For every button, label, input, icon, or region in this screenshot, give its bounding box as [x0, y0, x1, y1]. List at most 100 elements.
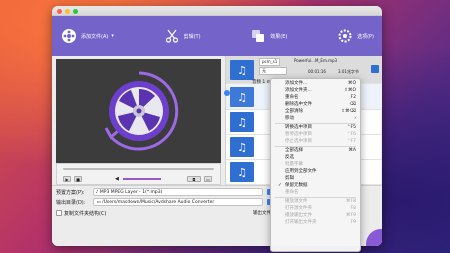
menu-item[interactable]: 转换选中项目 ⌃F5 — [271, 124, 360, 131]
snapshot-button[interactable]: ◘ — [187, 176, 201, 182]
volume-slider[interactable] — [123, 178, 161, 180]
menu-item[interactable]: 全部清除 ⇧⌘⌫ — [271, 108, 360, 115]
menu-item-label: 播放源文件 — [285, 199, 308, 204]
menu-item: 播放源文件 ⌘F8 — [271, 198, 360, 205]
menu-item-shortcut: ⌫ — [349, 102, 356, 107]
music-note-icon: ♫ — [230, 137, 254, 157]
menu-item-shortcut: ⌘A — [348, 148, 356, 153]
menu-item: 重命名 — [271, 189, 360, 196]
profile-select[interactable]: ♪ MP3 MPEG Layer - 1(*.mp3) — [92, 188, 263, 196]
menu-item: 播放输出文件 ⌘F9 — [271, 212, 360, 219]
profile-value: MP3 MPEG Layer - 1(*.mp3) — [99, 189, 163, 195]
menu-item-label: 打开源文件夹 — [285, 206, 312, 211]
trim-label: 剪辑(T) — [183, 33, 201, 40]
preferences-button[interactable]: 选项(P) — [336, 27, 374, 45]
music-note-icon: ♫ — [230, 112, 254, 132]
menu-item-shortcut: ⌘O — [347, 81, 356, 86]
menu-item-shortcut: › — [354, 116, 356, 121]
menu-item: 暂停选中项目 ⌃F6 — [271, 131, 360, 138]
menu-item[interactable]: 反选 — [271, 154, 360, 161]
copy-folder-row: 复制文件夹结构(C) — [56, 209, 106, 217]
playback-controls: ▶ ■ ◀ ◘ ▭ — [56, 163, 221, 185]
output-dir-label: 输出目录(D): — [56, 199, 86, 206]
add-files-label: 添加文件(A) — [81, 33, 109, 40]
close-window-button[interactable] — [57, 9, 62, 14]
menu-item-label: 停止选中项目 — [285, 139, 312, 144]
menu-item: 打开源文件夹 F8 — [271, 205, 360, 212]
menu-item-label: 反选 — [285, 155, 294, 160]
film-reel-icon — [60, 27, 78, 45]
menu-item-shortcut: ⌃F5 — [346, 125, 356, 130]
menu-item-label: 添加文件夹... — [285, 88, 312, 93]
menu-item-shortcut: ⌘F8 — [346, 199, 356, 204]
file-duration: 00:01:16 — [308, 69, 326, 74]
copy-folder-label: 复制文件夹结构(C) — [64, 210, 107, 217]
effect-label: 效果(E) — [270, 33, 288, 40]
context-menu: 添加文件... ⌘O 添加文件夹... ⇧⌘O 重命名 F2 删除选中文件 ⌫ 全部清除 ⇧⌘⌫ 移… — [270, 78, 361, 252]
menu-item-label: 移动 — [285, 116, 294, 121]
menu-item[interactable]: 应用到全部文件 — [271, 168, 360, 175]
menu-item-label: 全部选择 — [285, 148, 303, 153]
output-dir-field[interactable]: ▭ /Users/macdown/Music/Avdshare Audio Co… — [93, 198, 264, 206]
stop-button[interactable]: ■ — [74, 176, 82, 182]
zoom-window-button[interactable] — [73, 9, 78, 14]
title-bar — [52, 6, 382, 16]
copy-folder-checkbox[interactable] — [56, 210, 62, 216]
menu-item-shortcut: ⌘F9 — [346, 213, 356, 218]
menu-item: 打开输出文件夹 F9 — [271, 219, 360, 226]
menu-item-shortcut: ⇧⌘O — [344, 88, 356, 93]
menu-item-label: 剪辑 — [285, 176, 294, 181]
output-settings-icon[interactable] — [371, 65, 379, 73]
menu-item[interactable]: 移动 › — [271, 115, 360, 122]
scissors-icon — [163, 27, 181, 45]
menu-item-shortcut: F2 — [350, 95, 356, 100]
main-toolbar: 添加文件(A) ▾ 剪辑(T) 效果(E) 选项(P) — [52, 16, 382, 56]
menu-item-shortcut: ⌃F7 — [346, 139, 356, 144]
profile-label: 预置方案(P): — [56, 189, 85, 196]
menu-item-label: 保留元数据 — [285, 183, 308, 188]
add-files-button[interactable]: 添加文件(A) ▾ — [60, 27, 114, 45]
menu-item-label: 重命名 — [285, 95, 299, 100]
menu-item-label: 播放输出文件 — [285, 213, 312, 218]
output-dir-value: /Users/macdown/Music/Avdshare Audio Conv… — [102, 199, 215, 205]
menu-item[interactable]: 重命名 F2 — [271, 94, 360, 101]
music-note-icon: ♫ — [230, 60, 254, 80]
film-reel-logo-icon — [104, 71, 178, 151]
minimize-window-button[interactable] — [65, 9, 70, 14]
trim-button[interactable]: 剪辑(T) — [163, 27, 201, 45]
menu-item-label: 全部清除 — [285, 109, 303, 114]
menu-item-shortcut: ⌃F6 — [346, 132, 356, 137]
menu-item-label: 打开输出文件夹 — [285, 220, 317, 225]
menu-item[interactable]: 删除选中文件 ⌫ — [271, 101, 360, 108]
menu-item-shortcut: ⇧⌘⌫ — [341, 109, 356, 114]
menu-item-shortcut: F9 — [350, 220, 356, 225]
output-dir-row: 输出目录(D): ▭ /Users/macdown/Music/Avdshare… — [56, 198, 273, 206]
play-button[interactable]: ▶ — [63, 176, 71, 182]
menu-item-label: 重命名 — [285, 190, 299, 195]
output-file-label: 输出文件 — [253, 211, 271, 216]
menu-item[interactable]: ✓ 保留元数据 — [271, 182, 360, 189]
folder-button[interactable]: ▭ — [204, 176, 212, 182]
menu-item-label: 添加文件... — [285, 81, 308, 86]
chevron-down-icon[interactable]: ▾ — [111, 33, 114, 39]
layers-icon — [249, 27, 267, 45]
menu-item[interactable]: 全部选择 ⌘A — [271, 147, 360, 154]
menu-item[interactable]: 剪辑 — [271, 175, 360, 182]
menu-item: 批量字幕 — [271, 161, 360, 168]
menu-item[interactable]: 添加文件夹... ⇧⌘O — [271, 87, 360, 94]
preferences-label: 选项(P) — [357, 33, 374, 40]
music-note-icon: ♫ — [230, 162, 254, 182]
menu-item-label: 暂停选中项目 — [285, 132, 312, 137]
checkmark-icon: ✓ — [278, 183, 282, 188]
seek-slider[interactable] — [63, 168, 214, 170]
convert-button[interactable] — [366, 229, 382, 246]
menu-item[interactable]: 添加文件... ⌘O — [271, 80, 360, 87]
menu-item-label: 应用到全部文件 — [285, 169, 317, 174]
menu-item-shortcut: F8 — [350, 206, 356, 211]
menu-item-label: 删除选中文件 — [285, 102, 312, 107]
effect-button[interactable]: 效果(E) — [249, 27, 287, 45]
format-chip[interactable]: pcm_s1 — [259, 58, 281, 66]
language-chip[interactable]: 无 — [259, 67, 287, 75]
speaker-icon[interactable]: ◀ — [115, 176, 119, 182]
profile-row: 预置方案(P): ♪ MP3 MPEG Layer - 1(*.mp3) — [56, 188, 272, 196]
